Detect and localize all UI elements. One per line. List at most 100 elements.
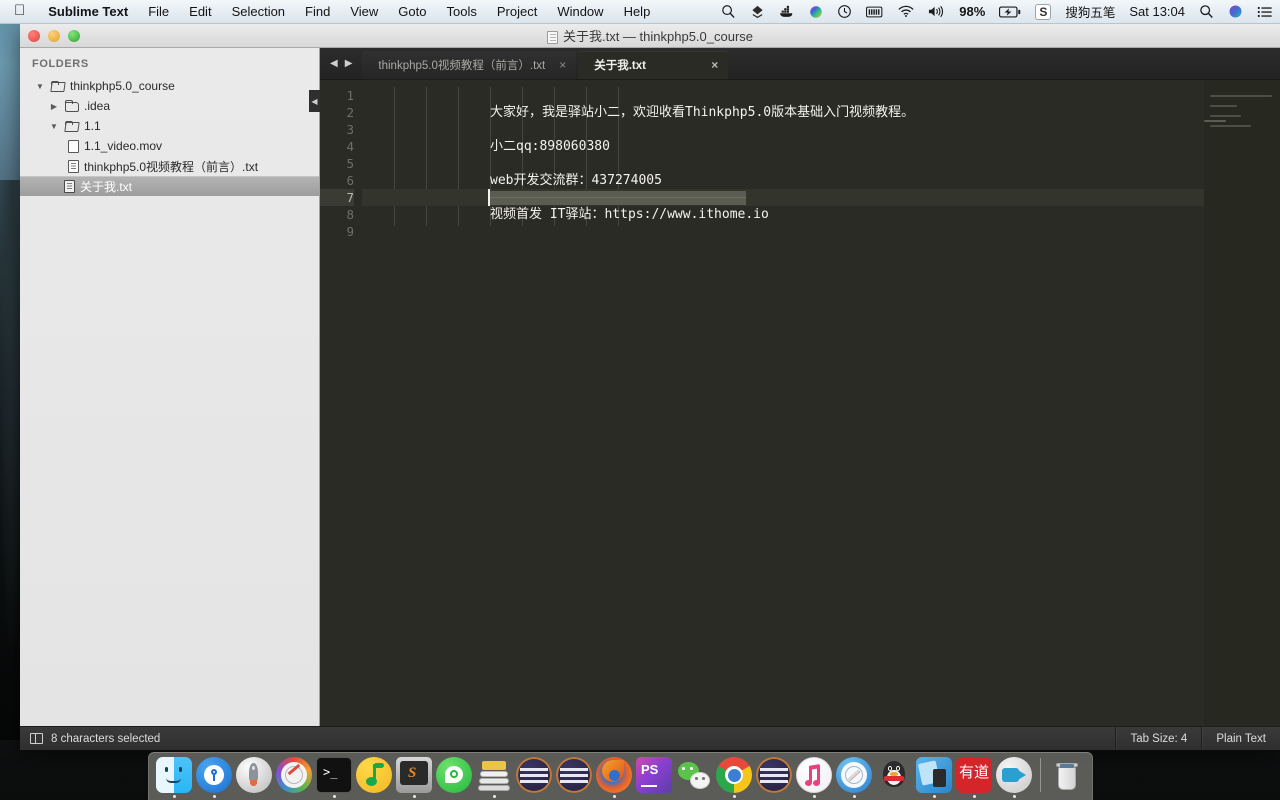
- color-wheel-icon[interactable]: [802, 0, 830, 24]
- sidebar-item-thinkphp-preface-txt[interactable]: thinkphp5.0视频教程（前言）.txt: [20, 156, 319, 176]
- sidebar-item-1-1-video-mov[interactable]: 1.1_video.mov: [20, 136, 319, 156]
- dock-item-sequel-b[interactable]: [555, 754, 593, 798]
- wifi-icon[interactable]: [891, 0, 921, 24]
- dock-item-stacks[interactable]: [475, 754, 513, 798]
- volume-icon[interactable]: [921, 0, 952, 24]
- tab-thinkphp-preface-txt[interactable]: thinkphp5.0视频教程（前言）.txt ×: [362, 51, 577, 79]
- running-indicator: [332, 795, 336, 798]
- dock-item-finder[interactable]: [155, 754, 193, 798]
- macos-dock: >_ S PS 有道: [148, 752, 1093, 800]
- running-indicator: [852, 795, 856, 798]
- dock-item-firefox[interactable]: [595, 754, 633, 798]
- sidebar-item-label: 1.1_video.mov: [84, 139, 163, 153]
- dock-item-sequel-a[interactable]: [515, 754, 553, 798]
- sogou-input-label[interactable]: 搜狗五笔: [1058, 0, 1122, 24]
- side-panel-toggle-icon[interactable]: [30, 733, 43, 744]
- apple-logo-icon[interactable]: : [0, 3, 38, 18]
- folder-closed-icon: [65, 99, 79, 112]
- docker-icon[interactable]: [772, 0, 802, 24]
- tab-close-icon[interactable]: ×: [559, 58, 566, 72]
- dock-item-launchpad[interactable]: [235, 754, 273, 798]
- dock-item-whatsapp[interactable]: [435, 754, 473, 798]
- sidebar-item-label: thinkphp5.0视频教程（前言）.txt: [84, 159, 259, 174]
- menu-item-view[interactable]: View: [340, 4, 388, 19]
- disclosure-triangle-open-icon[interactable]: [48, 122, 60, 131]
- menu-item-file[interactable]: File: [138, 4, 179, 19]
- document-icon: [546, 31, 558, 44]
- code-lines[interactable]: 大家好，我是驿站小二，欢迎收看Thinkphp5.0版本基础入门视频教程。 小二…: [362, 80, 1280, 726]
- tab-close-icon[interactable]: ×: [711, 58, 718, 72]
- siri-icon[interactable]: [1221, 0, 1250, 24]
- line-number: 3: [346, 122, 354, 137]
- line-number: 2: [346, 105, 354, 120]
- running-indicator: [612, 795, 616, 798]
- status-tab-size[interactable]: Tab Size: 4: [1115, 726, 1201, 750]
- dock-item-qq-music[interactable]: [355, 754, 393, 798]
- text-file-icon: [68, 159, 79, 173]
- dock-item-phpstorm[interactable]: PS: [635, 754, 673, 798]
- menu-item-sublime-text[interactable]: Sublime Text: [38, 4, 138, 19]
- menu-item-window[interactable]: Window: [547, 4, 613, 19]
- battery-percent-label[interactable]: 98%: [952, 0, 992, 24]
- status-syntax[interactable]: Plain Text: [1201, 726, 1280, 750]
- dock-item-qq[interactable]: [875, 754, 913, 798]
- time-machine-icon[interactable]: [830, 0, 859, 24]
- dock-item-facetime[interactable]: [995, 754, 1033, 798]
- tab-nav-prev-icon[interactable]: ◀: [330, 58, 338, 69]
- menu-item-find[interactable]: Find: [295, 4, 340, 19]
- sidebar-item-thinkphp5-0-course[interactable]: thinkphp5.0_course: [20, 76, 319, 96]
- status-bar: 8 characters selected Tab Size: 4 Plain …: [20, 726, 1280, 750]
- tab-about-me-txt[interactable]: 关于我.txt ×: [578, 51, 729, 79]
- dock-item-itunes[interactable]: [795, 754, 833, 798]
- dock-item-safari[interactable]: [835, 754, 873, 798]
- code-line: 小二qq:898060380: [490, 139, 610, 154]
- disclosure-triangle-closed-icon[interactable]: [48, 102, 60, 111]
- dock-item-onepassword[interactable]: [195, 754, 233, 798]
- sidebar-item-label: thinkphp5.0_course: [70, 79, 175, 93]
- minimap[interactable]: [1204, 80, 1280, 726]
- dock-item-terminal[interactable]: >_: [315, 754, 353, 798]
- disclosure-triangle-open-icon[interactable]: [34, 82, 46, 91]
- folder-open-icon: [65, 120, 79, 132]
- battery-meter-icon[interactable]: [859, 0, 891, 24]
- xcode-icon: [916, 757, 952, 793]
- battery-charging-icon[interactable]: [992, 0, 1028, 24]
- dock-item-xcode[interactable]: [915, 754, 953, 798]
- folders-header: FOLDERS: [32, 58, 89, 70]
- line-number: 5: [346, 156, 354, 171]
- file-icon: [68, 139, 79, 153]
- code-line: web开发交流群：437274005: [490, 173, 662, 188]
- line-number: 4: [346, 139, 354, 154]
- menu-item-tools[interactable]: Tools: [436, 4, 486, 19]
- code-line: 大家好，我是驿站小二，欢迎收看Thinkphp5.0版本基础入门视频教程。: [490, 105, 915, 120]
- running-indicator: [492, 795, 496, 798]
- alfred-search-icon[interactable]: [714, 0, 743, 24]
- sogou-input-badge[interactable]: S: [1028, 0, 1058, 24]
- sidebar-item-about-me-txt[interactable]: 关于我.txt: [20, 176, 319, 196]
- menu-item-selection[interactable]: Selection: [222, 4, 295, 19]
- sidebar-item-1-1[interactable]: 1.1: [20, 116, 319, 136]
- dock-item-trash[interactable]: [1048, 754, 1086, 798]
- facetime-icon: [996, 757, 1032, 793]
- sequel-pro-icon: [556, 757, 592, 793]
- dock-item-sublime-text[interactable]: S: [395, 754, 433, 798]
- running-indicator: [812, 795, 816, 798]
- dock-item-wechat[interactable]: [675, 754, 713, 798]
- menu-item-goto[interactable]: Goto: [388, 4, 436, 19]
- menu-item-help[interactable]: Help: [614, 4, 661, 19]
- dock-item-safari-alt[interactable]: [275, 754, 313, 798]
- dropbox-icon[interactable]: [743, 0, 772, 24]
- code-area[interactable]: 1 2 3 4 5 6 7 8 9 大家好，我是驿站小二，欢迎收看Thinkph…: [320, 80, 1280, 726]
- tab-nav-next-icon[interactable]: ▶: [345, 58, 353, 69]
- menu-bar-clock[interactable]: Sat 13:04: [1122, 0, 1192, 24]
- sidebar-item-idea[interactable]: .idea: [20, 96, 319, 116]
- menu-item-edit[interactable]: Edit: [179, 4, 221, 19]
- menu-item-project[interactable]: Project: [487, 4, 547, 19]
- spotlight-icon[interactable]: [1192, 0, 1221, 24]
- dock-item-youdao[interactable]: 有道: [955, 754, 993, 798]
- macos-menu-bar:  Sublime Text File Edit Selection Find …: [0, 0, 1280, 24]
- dock-item-sequel-c[interactable]: [755, 754, 793, 798]
- sidebar-collapse-handle[interactable]: ◀: [309, 90, 320, 112]
- dock-item-chrome[interactable]: [715, 754, 753, 798]
- notification-center-icon[interactable]: [1250, 0, 1280, 24]
